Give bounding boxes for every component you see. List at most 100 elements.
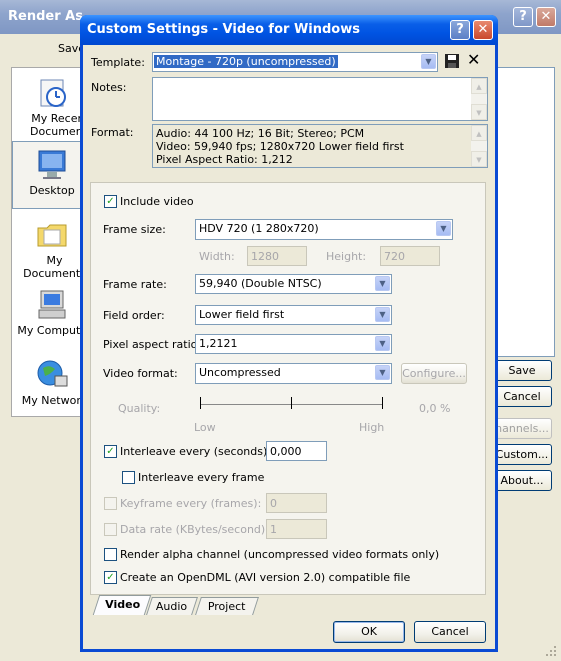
- chevron-down-icon: ▼: [375, 336, 390, 351]
- format-line: Video: 59,940 fps; 1280x720 Lower field …: [156, 140, 404, 153]
- format-scrollbar[interactable]: ▲ ▼: [471, 125, 487, 167]
- height-label: Height:: [326, 250, 367, 263]
- scroll-up-icon[interactable]: ▲: [471, 125, 487, 141]
- keyframe-checkbox[interactable]: [104, 497, 117, 510]
- cancel-button[interactable]: Cancel: [414, 621, 486, 643]
- format-line: Audio: 44 100 Hz; 16 Bit; Stereo; PCM: [156, 127, 365, 140]
- frame-size-dropdown[interactable]: HDV 720 (1 280x720) ▼: [195, 219, 453, 240]
- tab-audio[interactable]: Audio: [146, 597, 198, 615]
- data-rate-field[interactable]: 1: [266, 519, 327, 539]
- close-icon[interactable]: ✕: [473, 20, 493, 40]
- recent-documents-icon: [35, 76, 69, 110]
- dialog-title: Custom Settings - Video for Windows: [87, 22, 360, 37]
- template-label: Template:: [91, 56, 145, 69]
- width-value: 1280: [251, 250, 279, 263]
- tab-project[interactable]: Project: [195, 597, 259, 615]
- slider-tick: [382, 397, 383, 409]
- format-label: Format:: [91, 126, 134, 139]
- data-rate-label: Data rate (KBytes/second):: [120, 523, 269, 536]
- ok-button[interactable]: OK: [333, 621, 405, 643]
- close-icon[interactable]: ✕: [536, 7, 556, 27]
- width-label: Width:: [199, 250, 235, 263]
- tab-label: Video: [104, 598, 140, 611]
- notes-label: Notes:: [91, 81, 127, 94]
- resize-grip-icon[interactable]: [545, 645, 557, 657]
- format-text: Audio: 44 100 Hz; 16 Bit; Stereo; PCM Vi…: [156, 127, 404, 166]
- about-button[interactable]: About...: [492, 470, 552, 491]
- floppy-disk-icon[interactable]: [444, 53, 460, 69]
- pixel-aspect-ratio-dropdown[interactable]: 1,2121 ▼: [195, 334, 392, 354]
- opendml-label: Create an OpenDML (AVI version 2.0) comp…: [120, 571, 411, 584]
- computer-icon: [35, 288, 69, 322]
- chevron-down-icon: ▼: [421, 54, 436, 69]
- render-alpha-label: Render alpha channel (uncompressed video…: [120, 548, 440, 561]
- dialog-titlebar: Custom Settings - Video for Windows ? ✕: [80, 15, 498, 45]
- desktop-icon: [35, 148, 69, 182]
- delete-template-icon[interactable]: ✕: [467, 51, 480, 69]
- field-order-value: Lower field first: [199, 308, 285, 321]
- slider-tick: [200, 397, 201, 409]
- channels-button[interactable]: hannels...: [492, 418, 552, 439]
- keyframe-label: Keyframe every (frames):: [120, 497, 262, 510]
- frame-rate-label: Frame rate:: [103, 278, 167, 291]
- cancel-button[interactable]: Cancel: [492, 386, 552, 407]
- frame-size-value: HDV 720 (1 280x720): [199, 222, 319, 235]
- interleave-seconds-value: 0,000: [270, 445, 302, 458]
- render-as-title: Render As: [8, 9, 83, 24]
- field-order-label: Field order:: [103, 309, 165, 322]
- opendml-checkbox[interactable]: ✓: [104, 571, 117, 584]
- include-video-label: Include video: [120, 195, 194, 208]
- interleave-frame-checkbox[interactable]: [122, 471, 135, 484]
- video-format-label: Video format:: [103, 367, 178, 380]
- scroll-down-icon[interactable]: ▼: [471, 151, 487, 167]
- pixel-aspect-ratio-label: Pixel aspect ratio:: [103, 338, 202, 351]
- chevron-down-icon: ▼: [436, 221, 451, 236]
- save-button[interactable]: Save: [492, 360, 552, 381]
- format-textarea: Audio: 44 100 Hz; 16 Bit; Stereo; PCM Vi…: [152, 124, 488, 168]
- data-rate-value: 1: [270, 523, 277, 536]
- slider-tick: [291, 397, 292, 409]
- frame-rate-value: 59,940 (Double NTSC): [199, 277, 322, 290]
- chevron-down-icon: ▼: [375, 365, 390, 380]
- tab-label: Audio: [156, 600, 188, 613]
- tab-label: Project: [208, 600, 246, 613]
- chevron-down-icon: ▼: [375, 276, 390, 291]
- frame-size-label: Frame size:: [103, 223, 166, 236]
- template-dropdown[interactable]: Montage - 720p (uncompressed) ▼: [152, 52, 438, 72]
- pixel-aspect-ratio-value: 1,2121: [199, 337, 238, 350]
- help-icon[interactable]: ?: [513, 7, 533, 27]
- template-value: Montage - 720p (uncompressed): [154, 55, 338, 68]
- height-field[interactable]: 720: [380, 246, 440, 266]
- field-order-dropdown[interactable]: Lower field first ▼: [195, 305, 392, 325]
- scroll-down-icon[interactable]: ▼: [471, 104, 487, 120]
- keyframe-field[interactable]: 0: [266, 493, 327, 513]
- quality-label: Quality:: [118, 402, 161, 415]
- scroll-up-icon[interactable]: ▲: [471, 78, 487, 94]
- network-icon: [35, 358, 69, 392]
- format-line: Pixel Aspect Ratio: 1,212: [156, 153, 293, 166]
- frame-rate-dropdown[interactable]: 59,940 (Double NTSC) ▼: [195, 274, 392, 294]
- quality-high-label: High: [359, 421, 385, 434]
- quality-low-label: Low: [194, 421, 216, 434]
- configure-button[interactable]: Configure...: [401, 363, 467, 384]
- interleave-seconds-label: Interleave every (seconds):: [120, 445, 271, 458]
- notes-textarea[interactable]: ▲ ▼: [152, 77, 488, 121]
- quality-value: 0,0 %: [419, 402, 451, 415]
- interleave-seconds-checkbox[interactable]: ✓: [104, 445, 117, 458]
- help-icon[interactable]: ?: [450, 20, 470, 40]
- data-rate-checkbox[interactable]: [104, 523, 117, 536]
- interleave-seconds-field[interactable]: 0,000: [266, 441, 327, 461]
- include-video-checkbox[interactable]: ✓: [104, 195, 117, 208]
- notes-scrollbar[interactable]: ▲ ▼: [471, 78, 487, 120]
- folder-icon: [35, 218, 69, 252]
- height-value: 720: [384, 250, 405, 263]
- render-alpha-checkbox[interactable]: [104, 548, 117, 561]
- keyframe-value: 0: [270, 497, 277, 510]
- width-field[interactable]: 1280: [247, 246, 307, 266]
- chevron-down-icon: ▼: [375, 307, 390, 322]
- custom-button[interactable]: Custom...: [492, 444, 552, 465]
- interleave-frame-label: Interleave every frame: [138, 471, 265, 484]
- tab-video[interactable]: Video: [92, 595, 152, 615]
- video-format-dropdown[interactable]: Uncompressed ▼: [195, 363, 392, 384]
- video-format-value: Uncompressed: [199, 366, 281, 379]
